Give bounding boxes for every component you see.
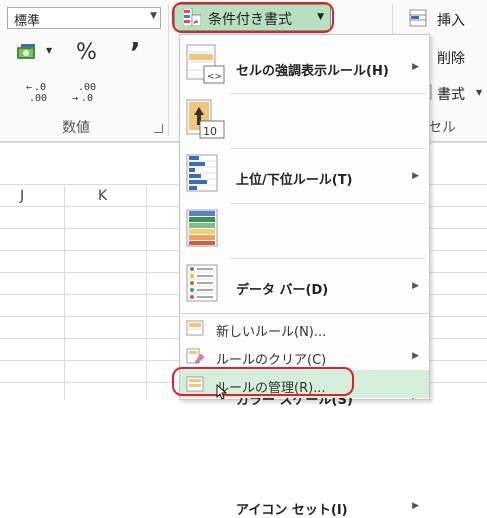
increase-decimal-arrow-icon: ←: [26, 82, 33, 93]
decrease-decimal-bottom: .0: [81, 93, 94, 104]
submenu-arrow-icon: ▶: [412, 62, 419, 72]
chevron-down-icon[interactable]: ▼: [476, 88, 482, 97]
format-button[interactable]: 書式: [437, 84, 465, 104]
menu-item-label: セルの強調表示ルール(H): [236, 64, 389, 79]
highlight-ring-conditional-formatting: [172, 2, 334, 33]
color-scales-icon: [186, 209, 218, 247]
submenu-arrow-icon: ▶: [412, 351, 419, 361]
number-format-combo[interactable]: 標準 ▼: [7, 7, 161, 29]
currency-dropdown-arrow-icon[interactable]: ▼: [46, 46, 52, 55]
cells-group-label: セル: [428, 120, 456, 136]
menu-item-new-rule[interactable]: 新しいルール(N)...: [180, 314, 429, 342]
top-bottom-rules-icon: 10: [186, 99, 225, 139]
insert-button[interactable]: 挿入: [437, 10, 465, 30]
percent-style-button[interactable]: %: [76, 40, 97, 65]
menu-item-label: 新しいルール(N)...: [216, 325, 327, 340]
menu-item-top-bottom-rules[interactable]: 10 上位/下位ルール(T) ▶: [180, 94, 429, 188]
highlight-cells-glyph: <>: [207, 72, 222, 82]
gridline: [64, 186, 65, 400]
menu-item-color-scales[interactable]: カラー スケール(S) ▶: [180, 204, 429, 408]
currency-format-icon[interactable]: [16, 43, 40, 63]
decrease-decimal-arrow-icon: →: [72, 93, 79, 104]
delete-button[interactable]: 削除: [437, 48, 465, 68]
number-group-label: 数値: [62, 120, 90, 136]
number-format-value: 標準: [14, 14, 41, 29]
menu-item-icon-sets[interactable]: アイコン セット(I) ▶: [180, 259, 429, 518]
comma-style-button[interactable]: ’: [130, 36, 141, 69]
top-bottom-glyph: 10: [203, 125, 217, 138]
highlight-cells-rules-icon: <>: [186, 44, 225, 84]
group-separator: [168, 4, 169, 136]
new-rule-icon: [186, 320, 204, 336]
menu-item-data-bars[interactable]: データ バー(D) ▶: [180, 149, 429, 298]
increase-decimal-bottom: .00: [29, 93, 48, 104]
icon-sets-icon: [186, 264, 218, 302]
gridline: [146, 186, 147, 400]
submenu-arrow-icon: ▶: [412, 501, 419, 511]
highlight-ring-manage-rules: [172, 367, 354, 396]
column-header-j[interactable]: J: [20, 188, 24, 204]
clear-rules-icon: [186, 348, 204, 364]
column-header-k[interactable]: K: [98, 188, 107, 204]
menu-item-highlight-cells-rules[interactable]: <> セルの強調表示ルール(H) ▶: [180, 39, 429, 93]
menu-item-label: ルールのクリア(C): [216, 353, 327, 368]
chevron-down-icon[interactable]: ▼: [150, 11, 157, 21]
conditional-formatting-menu: <> セルの強調表示ルール(H) ▶ 10 上位/下位ルール(T) ▶ データ …: [179, 34, 430, 518]
mouse-cursor-icon: [216, 384, 228, 400]
data-bars-icon: [186, 154, 218, 192]
dialog-launcher-icon[interactable]: [154, 124, 163, 133]
menu-item-label: アイコン セット(I): [236, 503, 348, 518]
decrease-decimal-top: .00: [78, 82, 97, 93]
menu-item-clear-rules[interactable]: ルールのクリア(C) ▶: [180, 342, 429, 370]
insert-cells-icon[interactable]: [409, 9, 427, 27]
increase-decimal-top: .0: [34, 82, 47, 93]
